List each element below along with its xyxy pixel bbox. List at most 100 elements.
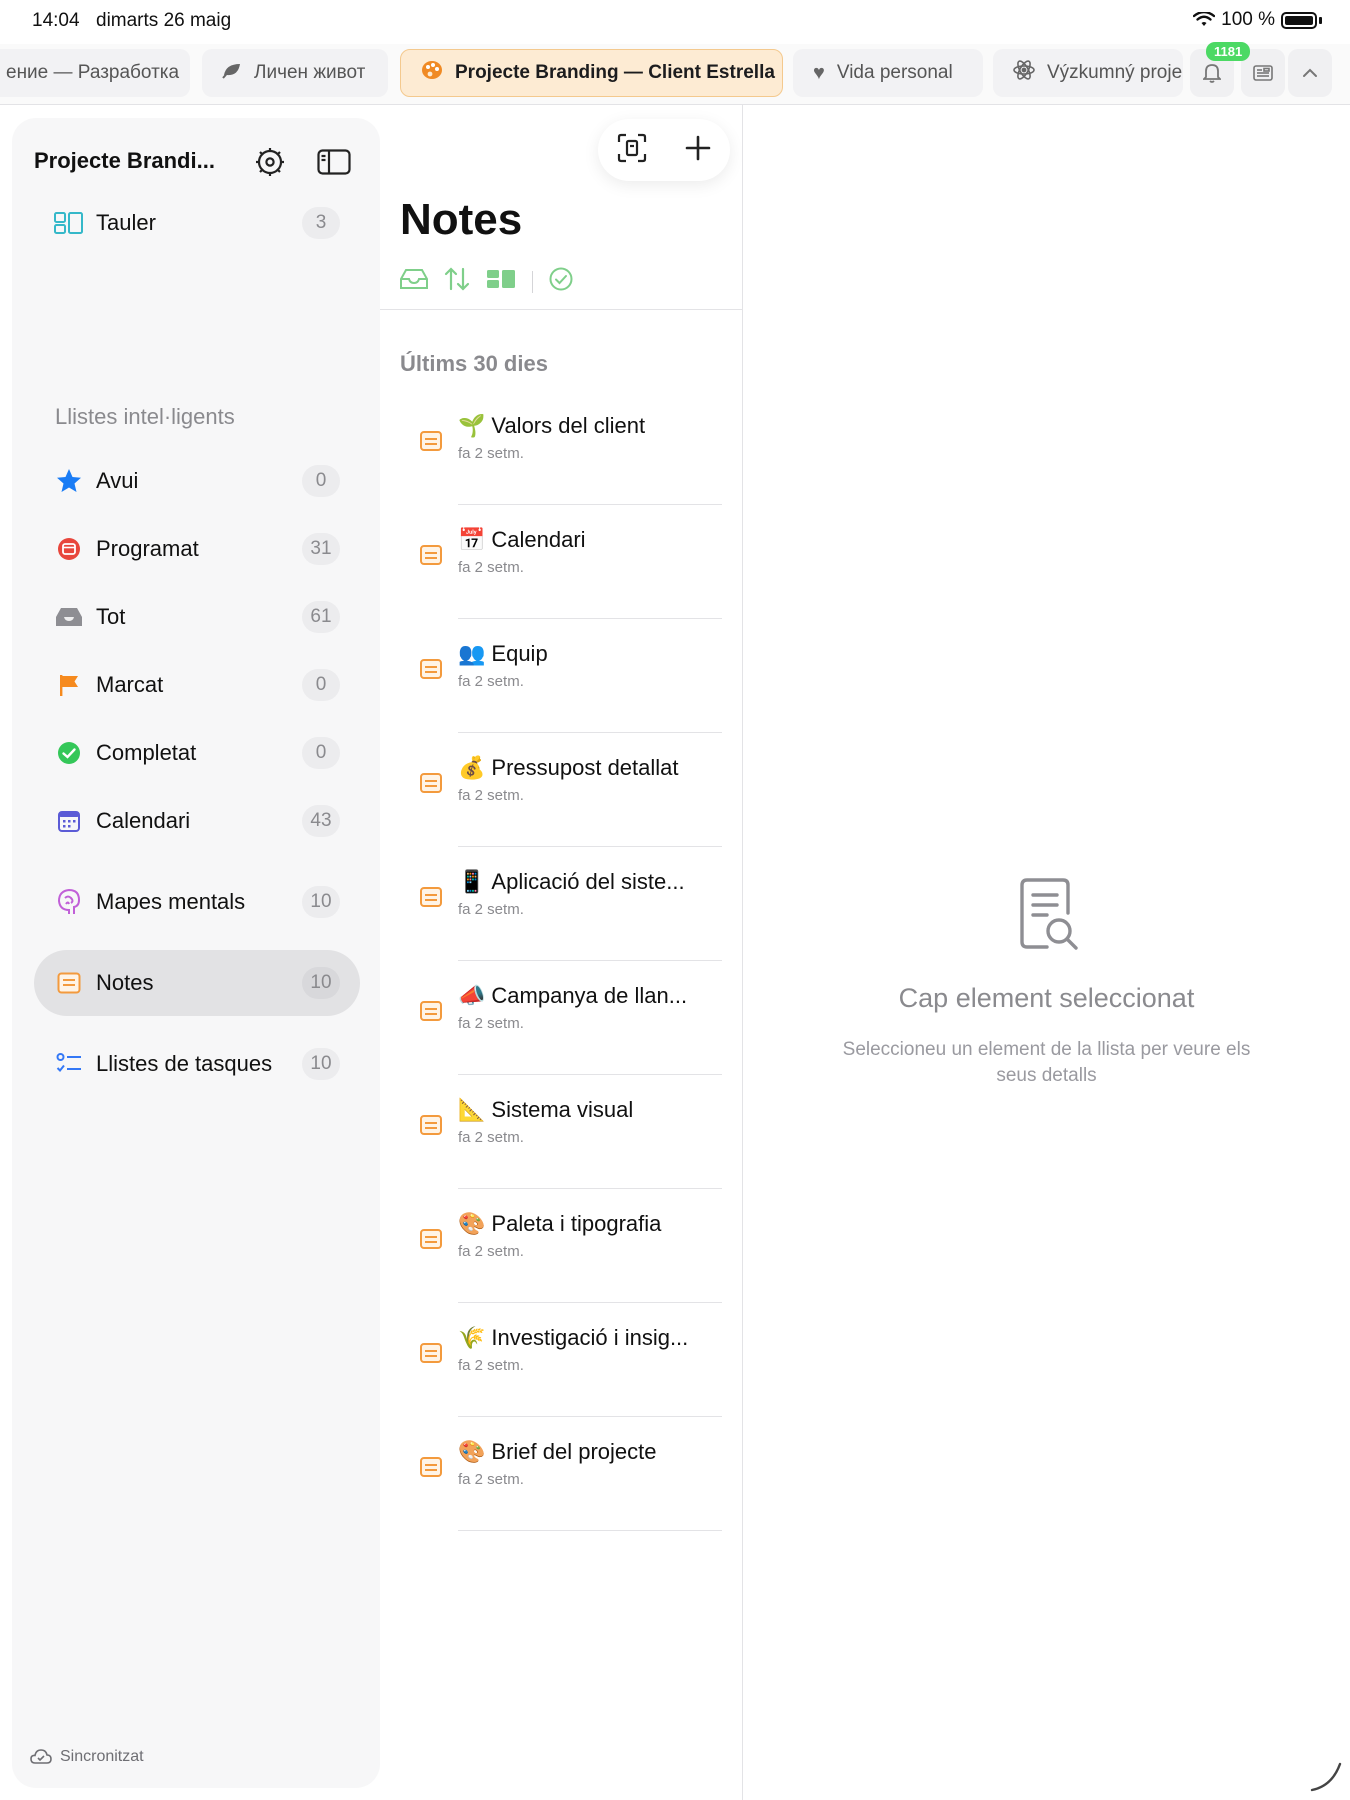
note-subtitle: fa 2 setm. [458,1471,524,1488]
list-item[interactable]: 💰 Pressupost detallat fa 2 setm. [380,733,742,847]
checkmark-circle-icon [549,267,573,291]
sidebar-item-tauler[interactable]: Tauler 3 [34,190,360,256]
note-subtitle: fa 2 setm. [458,1129,524,1146]
note-title: 🌱 Valors del client [458,413,728,439]
add-note-button[interactable] [685,135,711,166]
tray-icon [400,269,428,289]
sidebar-item-mapes-mentals[interactable]: Mapes mentals 10 [34,869,360,935]
sort-button[interactable] [444,267,470,297]
project-title[interactable]: Projecte Brandi... [34,148,215,174]
empty-state-subtitle: Seleccioneu un element de la llista per … [842,1039,1251,1086]
note-icon [420,1457,442,1477]
note-title-text: Investigació i insig... [491,1325,689,1350]
note-title: 📅 Calendari [458,527,728,553]
note-icon [54,968,84,998]
list-item[interactable]: 🌾 Investigació i insig... fa 2 setm. [380,1303,742,1417]
note-emoji: 📐 [458,1097,486,1122]
tray-icon [54,602,84,632]
resize-handle-icon[interactable] [1308,1758,1344,1794]
sidebar-item-marcat[interactable]: Marcat 0 [34,652,360,718]
list-item[interactable]: 🌱 Valors del client fa 2 setm. [380,391,742,505]
note-subtitle: fa 2 setm. [458,901,524,918]
note-icon [420,773,442,793]
note-emoji: 📱 [458,869,486,894]
checklist-icon [54,1049,84,1079]
scan-document-button[interactable] [617,133,647,168]
sidebar-item-count: 61 [302,601,340,633]
note-emoji: 🎨 [458,1439,486,1464]
note-emoji: 👥 [458,641,486,666]
sidebar-item-programat[interactable]: Programat 31 [34,516,360,582]
select-button[interactable] [549,267,573,297]
sidebar-item-avui[interactable]: Avui 0 [34,448,360,514]
list-item[interactable]: 👥 Equip fa 2 setm. [380,619,742,733]
toolbar-divider [380,309,742,310]
tab-vida-personal[interactable]: ♥ Vida personal [793,49,983,97]
collapse-tabs-button[interactable] [1288,49,1332,97]
sidebar-item-count: 43 [302,805,340,837]
note-title-text: Equip [491,641,548,666]
calendar-icon [54,806,84,836]
note-title: 👥 Equip [458,641,728,667]
tab-label: Vida personal [836,62,953,83]
sidebar-item-count: 31 [302,533,340,565]
list-item[interactable]: 📱 Aplicació del siste... fa 2 setm. [380,847,742,961]
list-item[interactable]: 🎨 Brief del projecte fa 2 setm. [380,1417,742,1531]
status-right: 100 % [1193,9,1322,31]
tab-personal-life-bg[interactable]: Личен живот [202,49,388,97]
layout-toggle-button[interactable] [486,269,516,295]
note-subtitle: fa 2 setm. [458,445,524,462]
list-item[interactable]: 🎨 Paleta i tipografia fa 2 setm. [380,1189,742,1303]
note-subtitle: fa 2 setm. [458,673,524,690]
note-icon [420,431,442,451]
tab-label: ение — Разработка [6,62,180,83]
settings-button[interactable] [252,144,288,180]
notification-badge: 1181 [1206,42,1251,61]
sidebar-item-label: Tot [96,604,126,629]
tab-label: Projecte Branding — Client Estrella [455,62,775,83]
sidebar-item-notes[interactable]: Notes 10 [34,950,360,1016]
list-item[interactable]: 📐 Sistema visual fa 2 setm. [380,1075,742,1189]
inbox-filter-button[interactable] [400,269,428,295]
tab-projecte-branding[interactable]: Projecte Branding — Client Estrella [400,49,783,97]
sidebar-item-completat[interactable]: Completat 0 [34,720,360,786]
note-title-text: Pressupost detallat [491,755,679,780]
toggle-sidebar-button[interactable] [316,144,352,180]
sidebar-item-label: Calendari [96,808,191,833]
note-emoji: 📣 [458,983,486,1008]
sidebar-item-count: 0 [302,669,340,701]
sidebar-item-count: 10 [302,967,340,999]
note-icon [420,887,442,907]
sync-label: Sincronitzat [60,1748,144,1765]
sidebar-item-count: 0 [302,737,340,769]
note-title: 📱 Aplicació del siste... [458,869,728,895]
tab-vyzkumny-projekt[interactable]: Výzkumný proje [993,49,1183,97]
list-item[interactable]: 📅 Calendari fa 2 setm. [380,505,742,619]
sidebar-item-label: Marcat [96,672,164,697]
newspaper-icon [1253,65,1273,81]
sidebar-item-label: Completat [96,740,197,765]
chevron-up-icon [1303,68,1317,77]
sidebar-item-label: Notes [96,970,154,995]
sidebar-item-label: Programat [96,536,199,561]
list-item[interactable]: 📣 Campanya de llan... fa 2 setm. [380,961,742,1075]
note-title: 🌾 Investigació i insig... [458,1325,728,1351]
tab-label: Výzkumný proje [1047,62,1183,83]
note-icon [420,1001,442,1021]
sidebar-item-calendari[interactable]: Calendari 43 [34,788,360,854]
calendar-clock-icon [54,534,84,564]
empty-state-title: Cap element seleccionat [898,983,1195,1013]
note-title: 🎨 Paleta i tipografia [458,1211,728,1237]
sidebar-item-llistes-de-tasques[interactable]: Llistes de tasques 10 [34,1031,360,1097]
palette-icon [421,60,443,86]
document-search-icon [1020,878,1078,950]
tab-development[interactable]: ение — Разработка [0,49,190,97]
note-subtitle: fa 2 setm. [458,1015,524,1032]
note-title-text: Brief del projecte [491,1439,657,1464]
note-subtitle: fa 2 setm. [458,1243,524,1260]
note-emoji: 💰 [458,755,486,780]
bell-icon [1203,64,1221,83]
checkmark-circle-icon [54,738,84,768]
note-title-text: Sistema visual [491,1097,634,1122]
sidebar-item-tot[interactable]: Tot 61 [34,584,360,650]
